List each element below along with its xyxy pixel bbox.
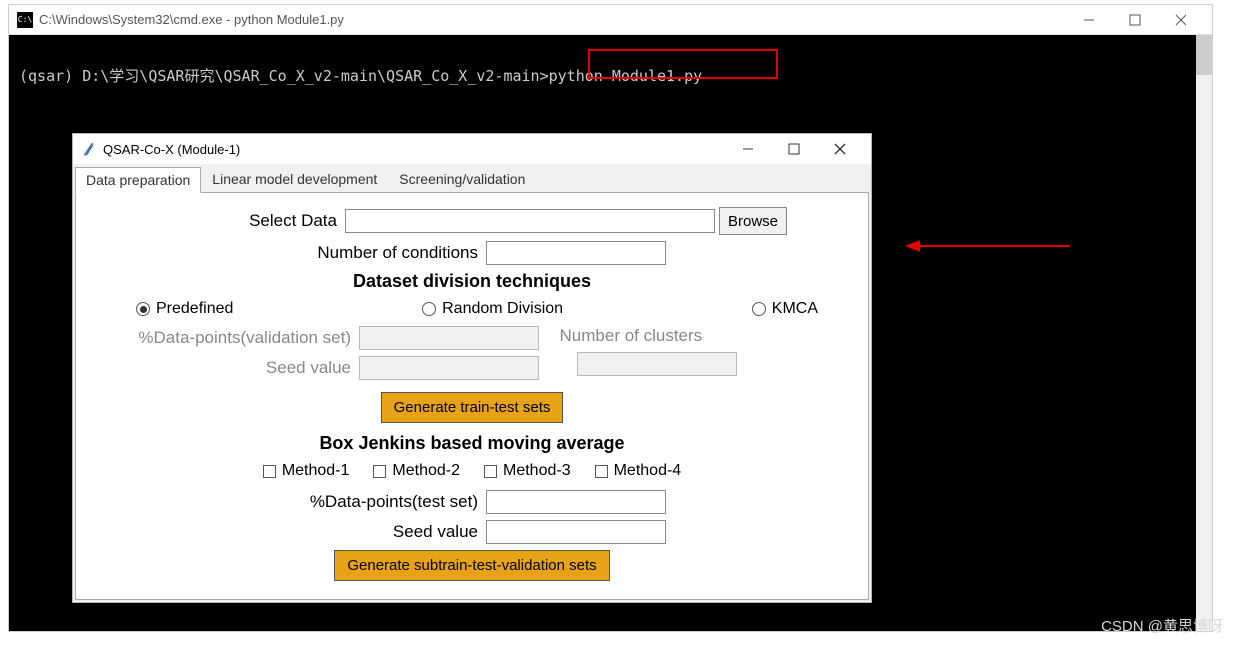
- section-boxjenkins-title: Box Jenkins based moving average: [96, 433, 848, 454]
- radio-kmca-label: KMCA: [772, 300, 818, 318]
- tab-linear-model[interactable]: Linear model development: [201, 166, 388, 192]
- gui-titlebar[interactable]: QSAR-Co-X (Module-1): [73, 134, 871, 164]
- checkbox-icon: [373, 465, 386, 478]
- tab-strip: Data preparation Linear model developmen…: [73, 164, 871, 192]
- method-check-row: Method-1 Method-2 Method-3 Method-4: [96, 462, 848, 480]
- check-method-3[interactable]: Method-3: [484, 462, 571, 480]
- cmd-titlebar[interactable]: C:\ C:\Windows\System32\cmd.exe - python…: [9, 5, 1212, 35]
- seed-input: [359, 356, 539, 380]
- cmd-window-controls: [1066, 6, 1204, 34]
- gui-window: QSAR-Co-X (Module-1) Data preparation Li…: [72, 133, 872, 603]
- pct-test-input[interactable]: [486, 490, 666, 514]
- division-radio-row: Predefined Random Division KMCA: [96, 300, 848, 318]
- method2-label: Method-2: [392, 462, 460, 480]
- check-method-2[interactable]: Method-2: [373, 462, 460, 480]
- method3-label: Method-3: [503, 462, 571, 480]
- gui-title: QSAR-Co-X (Module-1): [103, 142, 725, 157]
- browse-button[interactable]: Browse: [719, 207, 787, 235]
- select-data-input[interactable]: [345, 209, 715, 233]
- radio-predefined[interactable]: Predefined: [136, 300, 233, 318]
- pct-validation-input: [359, 326, 539, 350]
- radio-circle-icon: [752, 302, 766, 316]
- check-method-1[interactable]: Method-1: [263, 462, 350, 480]
- seed2-input[interactable]: [486, 520, 666, 544]
- gui-close-button[interactable]: [817, 135, 863, 163]
- check-method-4[interactable]: Method-4: [595, 462, 682, 480]
- radio-circle-icon: [136, 302, 150, 316]
- seed2-label: Seed value: [188, 522, 478, 542]
- cmd-command: python Module1.py: [549, 67, 703, 85]
- radio-random[interactable]: Random Division: [422, 300, 563, 318]
- num-conditions-input[interactable]: [486, 241, 666, 265]
- method1-label: Method-1: [282, 462, 350, 480]
- minimize-button[interactable]: [1066, 6, 1112, 34]
- num-conditions-label: Number of conditions: [188, 243, 478, 263]
- num-clusters-label: Number of clusters: [547, 326, 702, 346]
- radio-predefined-label: Predefined: [156, 300, 233, 318]
- tab-data-preparation[interactable]: Data preparation: [75, 167, 201, 193]
- tab-screening-validation[interactable]: Screening/validation: [388, 166, 536, 192]
- gui-maximize-button[interactable]: [771, 135, 817, 163]
- radio-circle-icon: [422, 302, 436, 316]
- radio-kmca[interactable]: KMCA: [752, 300, 818, 318]
- close-button[interactable]: [1158, 6, 1204, 34]
- section-division-title: Dataset division techniques: [96, 271, 848, 292]
- checkbox-icon: [263, 465, 276, 478]
- method4-label: Method-4: [614, 462, 682, 480]
- cmd-title: C:\Windows\System32\cmd.exe - python Mod…: [39, 12, 1066, 27]
- cmd-icon: C:\: [17, 12, 33, 28]
- pct-test-label: %Data-points(test set): [188, 492, 478, 512]
- generate-train-test-button[interactable]: Generate train-test sets: [381, 392, 564, 423]
- seed-label: Seed value: [96, 358, 351, 378]
- radio-random-label: Random Division: [442, 300, 563, 318]
- tab-content: Select Data Browse Number of conditions …: [75, 192, 869, 600]
- num-clusters-input: [577, 352, 737, 376]
- maximize-button[interactable]: [1112, 6, 1158, 34]
- cmd-prompt-line: (qsar) D:\学习\QSAR研究\QSAR_Co_X_v2-main\QS…: [19, 65, 1202, 86]
- cmd-scrollbar[interactable]: [1196, 35, 1212, 631]
- select-data-label: Select Data: [157, 211, 337, 231]
- cmd-prompt: (qsar) D:\学习\QSAR研究\QSAR_Co_X_v2-main\QS…: [19, 67, 549, 85]
- watermark: CSDN @黄思博呀: [1101, 615, 1223, 636]
- pct-validation-label: %Data-points(validation set): [96, 328, 351, 348]
- radio-dot-icon: [140, 306, 147, 313]
- checkbox-icon: [595, 465, 608, 478]
- python-feather-icon: [81, 141, 97, 157]
- generate-subtrain-button[interactable]: Generate subtrain-test-validation sets: [334, 550, 609, 581]
- checkbox-icon: [484, 465, 497, 478]
- gui-minimize-button[interactable]: [725, 135, 771, 163]
- cmd-scroll-thumb[interactable]: [1196, 35, 1212, 75]
